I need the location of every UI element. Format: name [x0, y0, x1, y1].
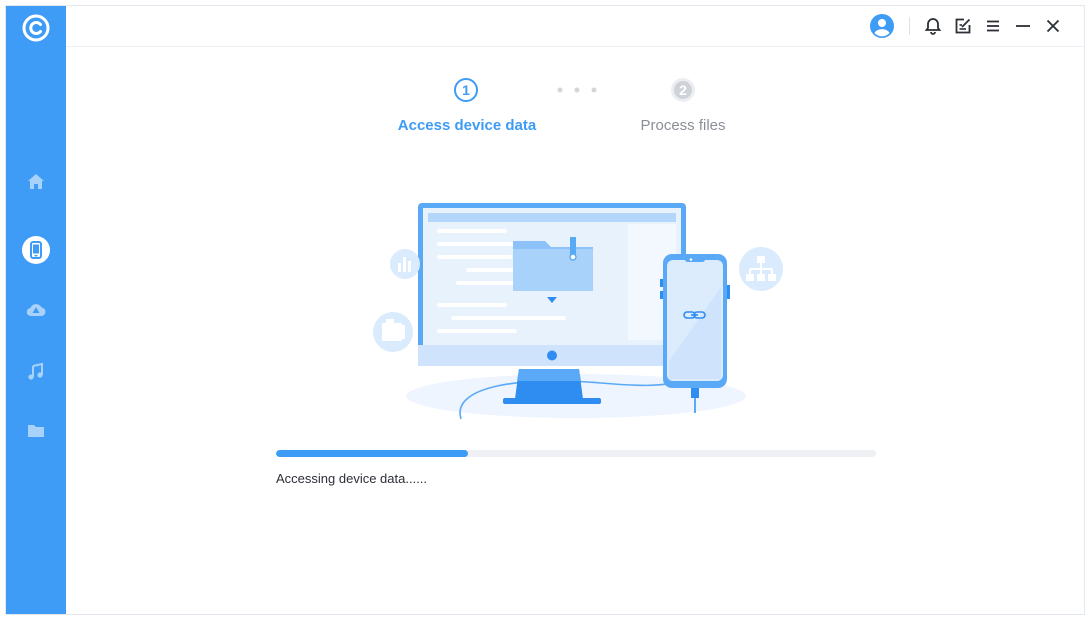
sidebar-item-cloud[interactable]	[6, 288, 66, 332]
bell-icon	[924, 18, 942, 35]
sidebar-item-music[interactable]	[6, 350, 66, 394]
feedback-button[interactable]	[951, 14, 975, 38]
sidebar-item-device[interactable]	[6, 228, 66, 272]
sidebar-item-files[interactable]	[6, 409, 66, 453]
home-icon	[28, 174, 44, 189]
user-account-icon	[870, 14, 894, 38]
step-1-indicator: 1	[454, 78, 478, 102]
minimize-button[interactable]	[1011, 14, 1035, 38]
sidebar-item-home[interactable]	[6, 160, 66, 204]
folder-icon	[28, 425, 44, 437]
phone-icon	[22, 236, 50, 264]
user-account-button[interactable]	[868, 12, 896, 40]
step-1-label: Access device data	[397, 117, 537, 134]
menu-icon	[987, 20, 999, 32]
step-2-label: Process files	[640, 117, 726, 134]
step-2-indicator: 2	[671, 78, 695, 102]
close-button[interactable]	[1041, 14, 1065, 38]
notifications-button[interactable]	[921, 14, 945, 38]
app-logo-icon	[21, 13, 51, 43]
device-access-illustration	[373, 203, 783, 420]
sidebar	[6, 6, 66, 614]
title-bar	[66, 6, 1084, 47]
progress-bar	[276, 450, 876, 457]
progress-bar-fill	[276, 450, 468, 457]
step-connector-dots	[557, 87, 597, 93]
progress-status-text: Accessing device data......	[276, 471, 428, 486]
menu-button[interactable]	[981, 14, 1005, 38]
close-icon	[1046, 19, 1060, 33]
titlebar-divider	[909, 17, 910, 35]
music-icon	[28, 362, 43, 380]
cloud-icon	[26, 304, 46, 317]
app-window: 1 2 Access device data Process files Acc…	[5, 5, 1085, 615]
feedback-icon	[955, 18, 971, 34]
minimize-icon	[1016, 25, 1030, 27]
